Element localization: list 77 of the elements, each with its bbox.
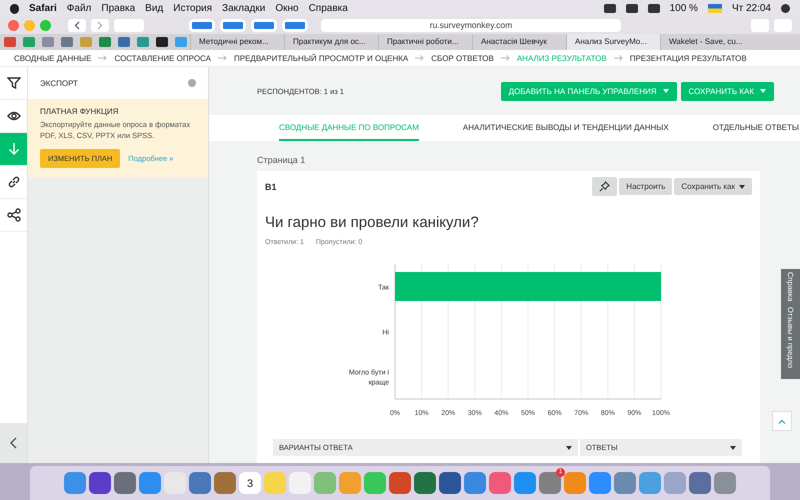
menu-item[interactable]: Файл <box>66 3 92 14</box>
app-icon[interactable] <box>614 472 636 494</box>
step-link[interactable]: СБОР ОТВЕТОВ <box>431 54 494 62</box>
app-icon[interactable] <box>114 472 136 494</box>
arrow-icon <box>98 55 108 61</box>
download-icon <box>6 142 20 156</box>
app-icon[interactable] <box>714 472 736 494</box>
close-button[interactable] <box>8 20 19 31</box>
app-icon[interactable] <box>589 472 611 494</box>
app-icon[interactable] <box>64 472 86 494</box>
app-icon[interactable] <box>514 472 536 494</box>
extension-icon[interactable] <box>220 19 246 32</box>
step-link[interactable]: СВОДНЫЕ ДАННЫЕ <box>14 54 92 62</box>
arrow-icon <box>500 55 510 61</box>
menu-item[interactable]: Вид <box>145 3 164 14</box>
flag-icon[interactable] <box>708 4 722 13</box>
clock[interactable]: Чт 22:04 <box>732 3 771 14</box>
step-link[interactable]: ПРЕДВАРИТЕЛЬНЫЙ ПРОСМОТР И ОЦЕНКА <box>234 54 408 62</box>
arrow-icon <box>614 55 623 61</box>
pin-icon <box>599 181 610 192</box>
app-icon[interactable] <box>689 472 711 494</box>
address-bar[interactable]: ru.surveymonkey.com <box>321 19 621 32</box>
app-icon[interactable] <box>89 472 111 494</box>
minimize-button[interactable] <box>24 20 35 31</box>
app-icon[interactable] <box>439 472 461 494</box>
pinned-tab-icon[interactable] <box>156 37 168 47</box>
status-icon[interactable] <box>626 4 638 13</box>
collapse-button[interactable] <box>0 423 27 463</box>
scroll-top-button[interactable] <box>772 411 792 431</box>
help-icon[interactable] <box>188 79 196 87</box>
menu-item[interactable]: Справка <box>308 3 348 14</box>
promo-title: ПЛАТНАЯ ФУНКЦИЯ <box>40 107 120 116</box>
view-tab[interactable]: АНАЛИТИЧЕСКИЕ ВЫВОДЫ И ТЕНДЕНЦИИ ДАННЫХ <box>462 115 669 141</box>
chevron-left-icon <box>74 21 80 30</box>
page-label: Страница 1 <box>256 154 306 167</box>
extension-icon[interactable] <box>251 19 277 32</box>
back-button[interactable] <box>68 19 86 32</box>
filter-icon <box>6 76 20 90</box>
status-icon[interactable] <box>604 4 616 13</box>
pinned-tab-icon[interactable] <box>118 37 130 47</box>
menu-app-name[interactable]: Safari <box>29 3 57 14</box>
chevron-left-icon <box>10 437 17 449</box>
app-icon[interactable] <box>414 472 436 494</box>
menu-item[interactable]: Правка <box>101 3 136 14</box>
panel-title: ЭКСПОРТ <box>40 78 79 88</box>
save-as-button[interactable]: Сохранить как <box>674 178 752 195</box>
extension-icon[interactable] <box>189 19 215 32</box>
arrow-icon <box>415 55 424 61</box>
battery-percentage: 100 % <box>670 3 698 14</box>
calendar-app-icon[interactable]: 3 <box>239 472 261 494</box>
extension-icon[interactable] <box>282 19 308 32</box>
app-icon[interactable] <box>489 472 511 494</box>
chevron-right-icon <box>97 21 103 30</box>
eye-icon <box>6 109 20 123</box>
view-tab[interactable]: ОТДЕЛЬНЫЕ ОТВЕТЫ <box>712 115 799 141</box>
zoom-button[interactable] <box>40 20 51 31</box>
menu-item[interactable]: История <box>173 3 212 14</box>
app-icon[interactable] <box>214 472 236 494</box>
app-icon[interactable] <box>464 472 486 494</box>
status-icon[interactable] <box>648 4 660 13</box>
question-title: Чи гарно ви провели канікули? <box>265 214 480 231</box>
menu-item[interactable]: Закладки <box>222 3 266 14</box>
step-link[interactable]: ПРЕЗЕНТАЦИЯ РЕЗУЛЬТАТОВ <box>630 54 747 62</box>
link-icon <box>6 175 20 189</box>
app-icon[interactable] <box>189 472 211 494</box>
menu-item[interactable]: Окно <box>275 3 299 14</box>
share-icon <box>6 208 20 222</box>
chevron-up-icon <box>778 418 786 424</box>
question-number: В1 <box>265 182 277 192</box>
customize-button[interactable]: Настроить <box>619 178 672 195</box>
app-icon[interactable] <box>139 472 161 494</box>
pin-button[interactable] <box>592 177 618 196</box>
forward-button[interactable] <box>91 19 109 32</box>
app-icon[interactable] <box>389 472 411 494</box>
browser-tab[interactable]: Анализ SurveyMo... <box>566 34 660 50</box>
arrow-icon <box>218 55 227 61</box>
step-link[interactable]: СОСТАВЛЕНИЕ ОПРОСА <box>114 54 211 62</box>
